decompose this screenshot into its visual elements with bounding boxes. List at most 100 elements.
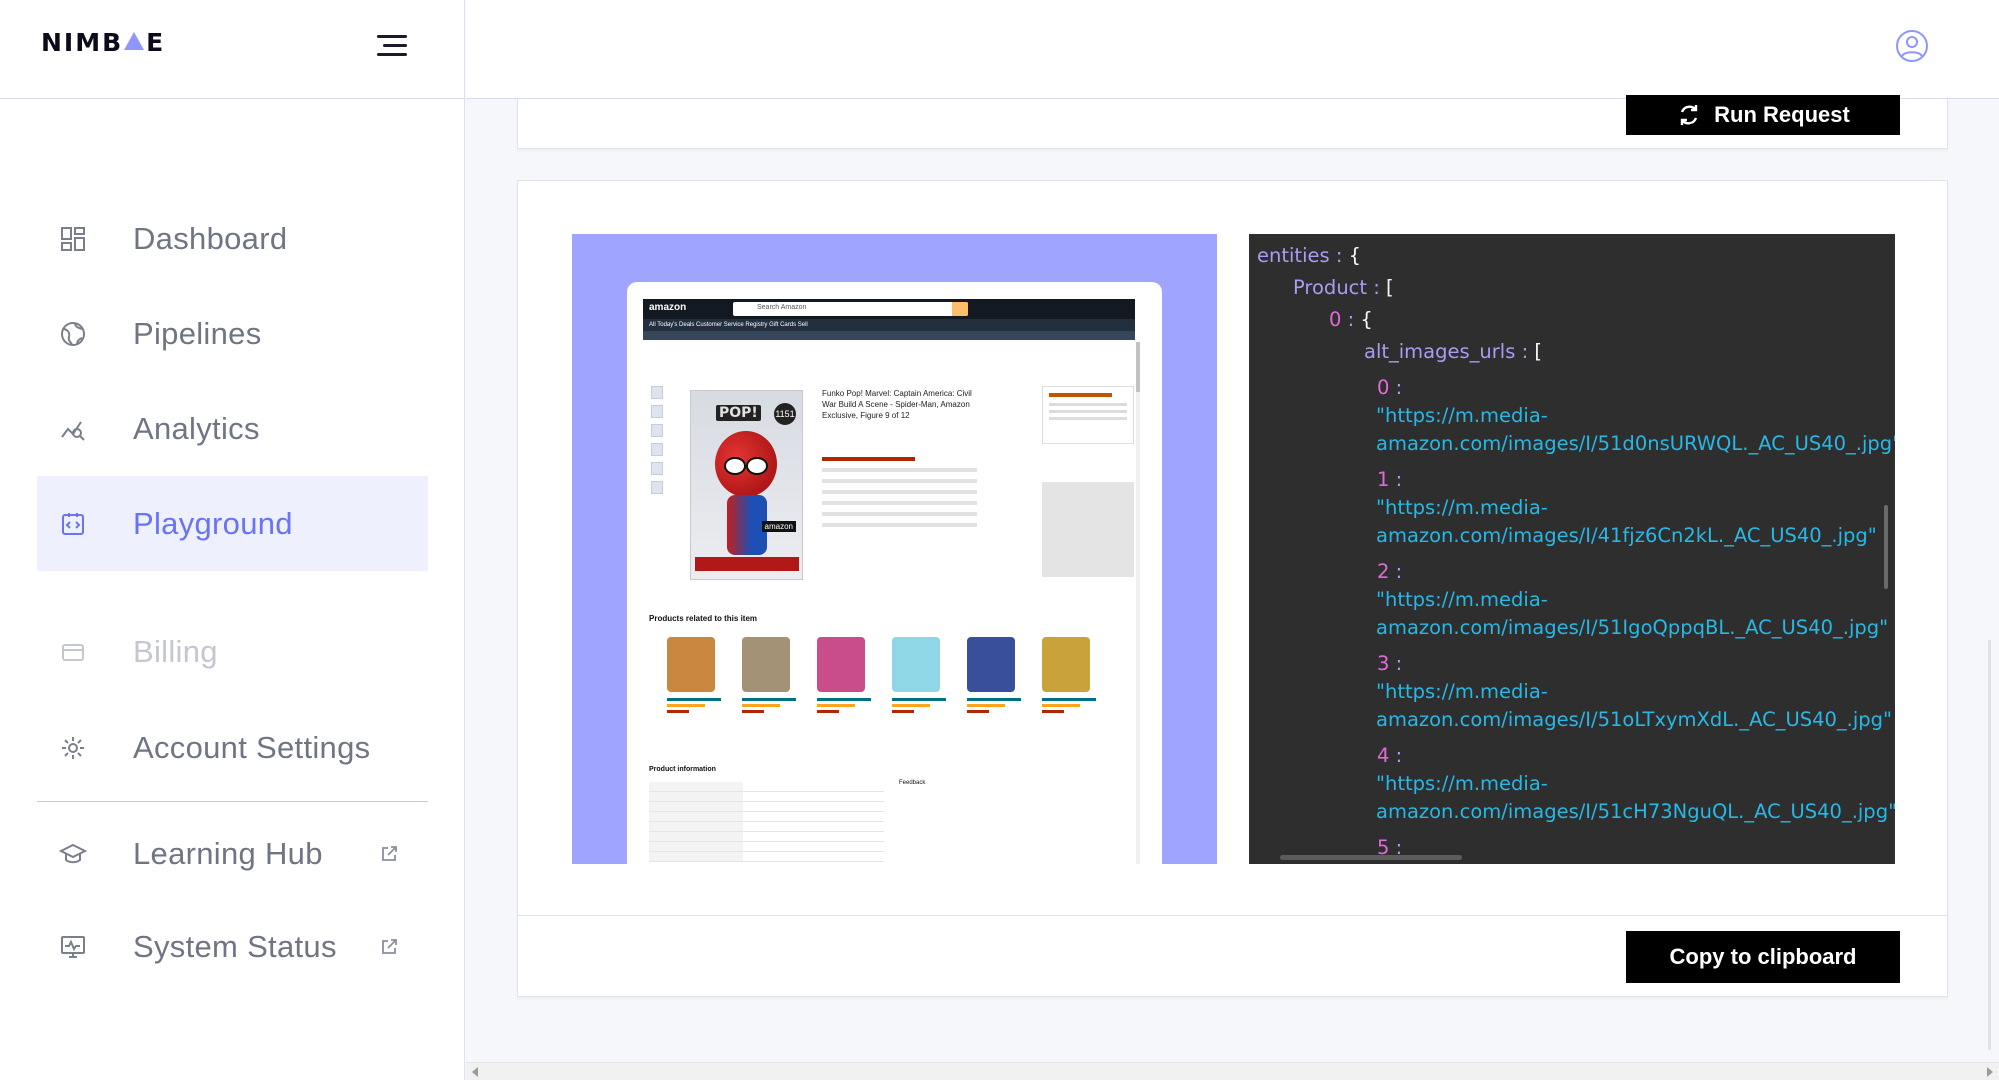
json-line: 0 : bbox=[1377, 376, 1403, 399]
json-index: 4 bbox=[1377, 744, 1390, 767]
run-request-button[interactable]: Run Request bbox=[1626, 95, 1900, 135]
json-viewer[interactable]: entities : { Product : [ 0 : { alt_image… bbox=[1249, 234, 1895, 864]
json-string: amazon.com/images/I/51IgoQppqBL._AC_US40… bbox=[1376, 616, 1889, 639]
related-product bbox=[1042, 637, 1096, 747]
json-line: Product : [ bbox=[1293, 276, 1394, 299]
sidebar-item-label: Analytics bbox=[133, 410, 260, 446]
logo-text-left: NIMB bbox=[41, 28, 124, 57]
card-footer-divider bbox=[518, 915, 1947, 916]
product-image: POP! 1151 amazon bbox=[690, 390, 803, 580]
json-index: 2 bbox=[1377, 560, 1390, 583]
amazon-page-screenshot: amazon Search Amazon All Today's Deals C… bbox=[627, 282, 1162, 864]
related-product bbox=[742, 637, 796, 747]
related-product bbox=[892, 637, 946, 747]
sidebar-item-analytics[interactable]: Analytics bbox=[37, 381, 428, 476]
logo-triangle-icon bbox=[124, 31, 145, 50]
sidebar-item-billing: Billing bbox=[37, 604, 428, 699]
amazon-logo: amazon bbox=[649, 302, 687, 313]
sidebar-item-learning-hub[interactable]: Learning Hub bbox=[37, 806, 428, 901]
amazon-header: amazon Search Amazon bbox=[643, 299, 1135, 319]
sidebar-item-label: Billing bbox=[133, 633, 218, 669]
json-horizontal-scrollbar[interactable] bbox=[1280, 855, 1462, 860]
nimble-logo[interactable]: NIMB E bbox=[41, 28, 165, 57]
refresh-icon bbox=[1680, 105, 1698, 125]
sidebar-item-playground[interactable]: Playground bbox=[37, 476, 428, 571]
related-product bbox=[967, 637, 1021, 747]
json-key: Product bbox=[1293, 276, 1368, 299]
sidebar-divider bbox=[37, 801, 428, 802]
user-avatar-icon[interactable] bbox=[1895, 29, 1929, 63]
menu-toggle-icon[interactable] bbox=[377, 33, 407, 59]
sidebar-item-dashboard[interactable]: Dashboard bbox=[37, 191, 428, 286]
amazon-search-placeholder: Search Amazon bbox=[757, 304, 807, 311]
json-index: 0 bbox=[1329, 308, 1342, 331]
scroll-left-icon[interactable] bbox=[472, 1067, 478, 1077]
graduation-cap-icon bbox=[59, 843, 87, 863]
json-key: entities bbox=[1257, 244, 1330, 267]
credit-card-icon bbox=[62, 643, 84, 661]
feedback-label: Feedback bbox=[899, 780, 926, 786]
amazon-nav: All Today's Deals Customer Service Regis… bbox=[643, 319, 1135, 331]
monitor-icon bbox=[61, 935, 85, 958]
external-link-icon bbox=[382, 938, 397, 954]
spiderman-head bbox=[715, 431, 777, 497]
analytics-icon bbox=[61, 420, 85, 441]
copy-to-clipboard-button[interactable]: Copy to clipboard bbox=[1626, 931, 1900, 983]
json-string: "https://m.media- bbox=[1376, 404, 1548, 427]
sidebar-item-system-status[interactable]: System Status bbox=[37, 899, 428, 994]
top-header bbox=[466, 0, 1999, 99]
product-thumbnails bbox=[651, 386, 665, 500]
json-line: 0 : { bbox=[1329, 308, 1373, 331]
json-string: amazon.com/images/I/51cH73NguQL._AC_US40… bbox=[1376, 800, 1895, 823]
json-vertical-scrollbar[interactable] bbox=[1884, 505, 1888, 589]
amazon-subnav bbox=[643, 331, 1135, 340]
sidebar-item-label: Learning Hub bbox=[133, 835, 323, 871]
json-string: amazon.com/images/I/51oLTxymXdL._AC_US40… bbox=[1376, 708, 1892, 731]
search-icon bbox=[952, 302, 968, 316]
product-info-table bbox=[649, 782, 884, 862]
json-line: 1 : bbox=[1377, 468, 1403, 491]
related-products-row bbox=[667, 637, 1117, 747]
sidebar-header: NIMB E bbox=[0, 0, 465, 99]
json-index: 0 bbox=[1377, 376, 1390, 399]
sidebar-item-pipelines[interactable]: Pipelines bbox=[37, 286, 428, 381]
playground-icon bbox=[62, 512, 84, 535]
json-line: alt_images_urls : [ bbox=[1364, 340, 1542, 363]
pop-number: 1151 bbox=[774, 403, 796, 425]
sidebar-item-label: Pipelines bbox=[133, 315, 262, 351]
json-string: "https://m.media- bbox=[1376, 496, 1548, 519]
product-title: Funko Pop! Marvel: Captain America: Civi… bbox=[822, 389, 972, 420]
page-vertical-scrollbar[interactable] bbox=[1985, 640, 1995, 1050]
json-string: amazon.com/images/I/41fjz6Cn2kL._AC_US40… bbox=[1376, 524, 1877, 547]
scroll-right-icon[interactable] bbox=[1987, 1067, 1993, 1077]
gear-icon bbox=[62, 736, 84, 759]
ad-placeholder bbox=[1042, 482, 1134, 577]
json-line: 4 : bbox=[1377, 744, 1403, 767]
sidebar-item-account-settings[interactable]: Account Settings bbox=[37, 700, 428, 795]
box-bottom-band bbox=[695, 557, 799, 571]
json-index: 1 bbox=[1377, 468, 1390, 491]
buy-box bbox=[1042, 386, 1134, 444]
product-information-title: Product information bbox=[649, 766, 716, 773]
sidebar-item-label: System Status bbox=[133, 928, 337, 964]
sidebar-item-label: Dashboard bbox=[133, 220, 288, 256]
run-request-label: Run Request bbox=[1714, 102, 1850, 127]
json-line: 2 : bbox=[1377, 560, 1403, 583]
sidebar-item-label: Account Settings bbox=[133, 729, 371, 765]
sidebar: NIMB E Dashboard Pipelines Analytics Play… bbox=[0, 0, 465, 1080]
json-string: amazon.com/images/I/51d0nsURWQL._AC_US40… bbox=[1376, 432, 1895, 455]
related-product bbox=[667, 637, 721, 747]
product-details bbox=[822, 457, 977, 534]
json-key: alt_images_urls bbox=[1364, 340, 1516, 363]
related-products-title: Products related to this item bbox=[649, 614, 758, 623]
json-string: "https://m.media- bbox=[1376, 772, 1548, 795]
sidebar-item-label: Playground bbox=[133, 505, 293, 541]
json-string: "https://m.media- bbox=[1376, 588, 1548, 611]
preview-scrollbar bbox=[1136, 342, 1140, 864]
pop-logo: POP! bbox=[716, 405, 761, 421]
page-horizontal-scrollbar[interactable] bbox=[466, 1062, 1999, 1080]
dashboard-icon bbox=[61, 226, 85, 251]
external-link-icon bbox=[382, 845, 397, 861]
json-index: 3 bbox=[1377, 652, 1390, 675]
json-line: entities : { bbox=[1257, 244, 1362, 267]
